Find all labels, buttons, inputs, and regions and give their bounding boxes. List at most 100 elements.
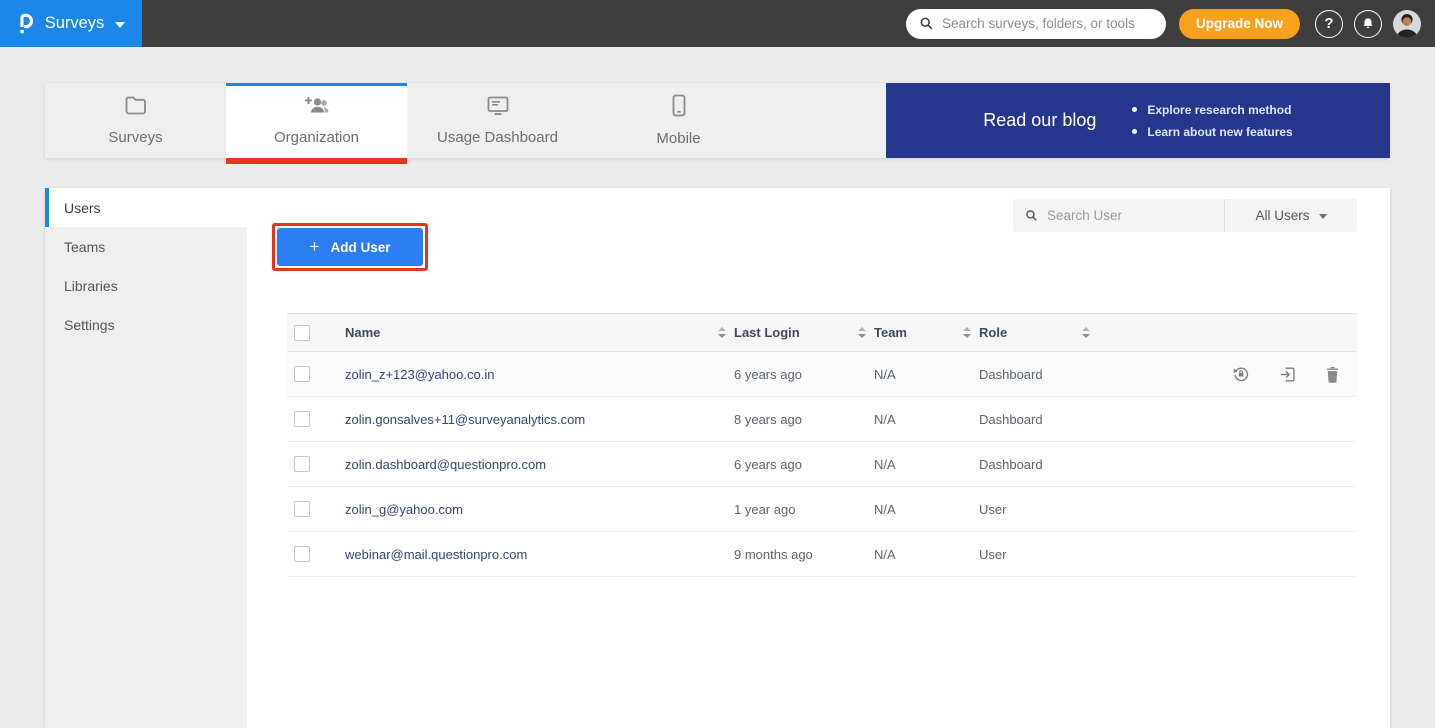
search-icon	[1025, 209, 1038, 222]
sidebar-item-label: Teams	[64, 239, 105, 255]
row-checkbox[interactable]	[294, 366, 310, 382]
column-header-name[interactable]: Name	[345, 325, 718, 340]
column-header-last-login[interactable]: Last Login	[718, 325, 858, 340]
annotation-highlight-box: + Add User	[272, 223, 428, 271]
sort-icon[interactable]	[858, 327, 866, 338]
table-row: webinar@mail.questionpro.com 9 months ag…	[287, 532, 1357, 577]
reset-password-icon[interactable]	[1231, 364, 1251, 384]
team-cell: N/A	[858, 457, 963, 472]
upgrade-now-button[interactable]: Upgrade Now	[1179, 9, 1300, 39]
sidebar-item-settings[interactable]: Settings	[45, 305, 247, 344]
row-checkbox[interactable]	[294, 501, 310, 517]
plus-icon: +	[310, 237, 320, 257]
user-filter-value: All Users	[1255, 208, 1309, 223]
table-header-row: Name Last Login Team Role	[287, 313, 1357, 352]
delete-icon[interactable]	[1324, 365, 1341, 384]
global-search[interactable]	[906, 9, 1166, 39]
column-header-team[interactable]: Team	[858, 325, 963, 340]
blog-bullet: Explore research method	[1147, 99, 1291, 121]
search-icon	[919, 16, 934, 31]
user-email-link[interactable]: webinar@mail.questionpro.com	[345, 547, 527, 562]
role-cell: User	[963, 547, 1082, 562]
sidebar-item-label: Users	[64, 200, 101, 216]
section-tabs: Surveys Organization Usage Dashboard Mob…	[45, 83, 1390, 158]
column-header-role[interactable]: Role	[963, 325, 1082, 340]
global-search-input[interactable]	[942, 16, 1153, 31]
last-login-cell: 1 year ago	[718, 502, 858, 517]
tab-label: Mobile	[656, 130, 700, 147]
product-switcher[interactable]: Surveys	[0, 0, 142, 47]
last-login-cell: 6 years ago	[718, 367, 858, 382]
role-cell: Dashboard	[963, 367, 1082, 382]
sort-icon[interactable]	[718, 327, 726, 338]
user-search-input[interactable]	[1047, 208, 1212, 223]
last-login-cell: 6 years ago	[718, 457, 858, 472]
top-header: Surveys Upgrade Now ?	[0, 0, 1435, 47]
team-cell: N/A	[858, 547, 963, 562]
dashboard-icon	[486, 95, 510, 120]
bell-icon	[1361, 16, 1375, 31]
table-row: zolin_z+123@yahoo.co.in 6 years ago N/A …	[287, 352, 1357, 397]
sort-icon[interactable]	[963, 327, 971, 338]
last-login-cell: 9 months ago	[718, 547, 858, 562]
sidebar-item-teams[interactable]: Teams	[45, 227, 247, 266]
add-user-label: Add User	[330, 240, 390, 255]
tab-organization[interactable]: Organization	[226, 83, 407, 158]
team-cell: N/A	[858, 367, 963, 382]
blog-banner-bullets: Explore research method Learn about new …	[1132, 99, 1292, 143]
table-row: zolin.gonsalves+11@surveyanalytics.com 8…	[287, 397, 1357, 442]
questionpro-logo-icon	[17, 10, 34, 37]
tab-label: Usage Dashboard	[437, 129, 558, 146]
user-avatar[interactable]	[1393, 10, 1421, 38]
last-login-cell: 8 years ago	[718, 412, 858, 427]
user-email-link[interactable]: zolin.dashboard@questionpro.com	[345, 457, 546, 472]
users-table: Name Last Login Team Role	[287, 313, 1357, 577]
add-user-button[interactable]: + Add User	[277, 228, 423, 266]
role-cell: Dashboard	[963, 457, 1082, 472]
role-cell: Dashboard	[963, 412, 1082, 427]
table-row: zolin_g@yahoo.com 1 year ago N/A User	[287, 487, 1357, 532]
tab-surveys[interactable]: Surveys	[45, 83, 226, 158]
users-main-area: All Users + Add User Name Last Login T	[247, 188, 1390, 728]
sort-icon[interactable]	[1082, 327, 1090, 338]
user-search[interactable]	[1013, 199, 1224, 232]
sidebar-item-users[interactable]: Users	[45, 188, 247, 227]
user-filter-dropdown[interactable]: All Users	[1224, 199, 1357, 232]
login-as-user-icon[interactable]	[1278, 365, 1297, 384]
chevron-down-icon	[115, 22, 125, 28]
blog-bullet: Learn about new features	[1147, 121, 1292, 143]
organization-sidebar: Users Teams Libraries Settings	[45, 188, 247, 728]
blog-banner[interactable]: Read our blog Explore research method Le…	[886, 83, 1390, 158]
user-email-link[interactable]: zolin.gonsalves+11@surveyanalytics.com	[345, 412, 585, 427]
help-button[interactable]: ?	[1315, 10, 1343, 38]
chevron-down-icon	[1319, 214, 1327, 219]
sidebar-item-label: Settings	[64, 317, 115, 333]
team-cell: N/A	[858, 502, 963, 517]
user-email-link[interactable]: zolin_z+123@yahoo.co.in	[345, 367, 494, 382]
table-row: zolin.dashboard@questionpro.com 6 years …	[287, 442, 1357, 487]
mobile-icon	[671, 94, 687, 121]
blog-banner-title: Read our blog	[983, 110, 1096, 131]
folder-icon	[124, 95, 148, 120]
tab-label: Organization	[274, 129, 359, 146]
tab-label: Surveys	[108, 129, 162, 146]
row-checkbox[interactable]	[294, 411, 310, 427]
user-email-link[interactable]: zolin_g@yahoo.com	[345, 502, 463, 517]
question-mark-icon: ?	[1324, 15, 1333, 32]
add-people-icon	[303, 95, 330, 120]
sidebar-item-label: Libraries	[64, 278, 118, 294]
organization-panel: Users Teams Libraries Settings All Users…	[45, 188, 1390, 728]
row-checkbox[interactable]	[294, 546, 310, 562]
select-all-checkbox[interactable]	[294, 325, 310, 341]
role-cell: User	[963, 502, 1082, 517]
sidebar-item-libraries[interactable]: Libraries	[45, 266, 247, 305]
bullet-dot	[1132, 129, 1137, 134]
tab-usage-dashboard[interactable]: Usage Dashboard	[407, 83, 588, 158]
bullet-dot	[1132, 107, 1137, 112]
annotation-highlight-bar	[226, 158, 407, 164]
product-name: Surveys	[45, 14, 105, 33]
notifications-button[interactable]	[1354, 10, 1382, 38]
row-checkbox[interactable]	[294, 456, 310, 472]
team-cell: N/A	[858, 412, 963, 427]
tab-mobile[interactable]: Mobile	[588, 83, 769, 158]
